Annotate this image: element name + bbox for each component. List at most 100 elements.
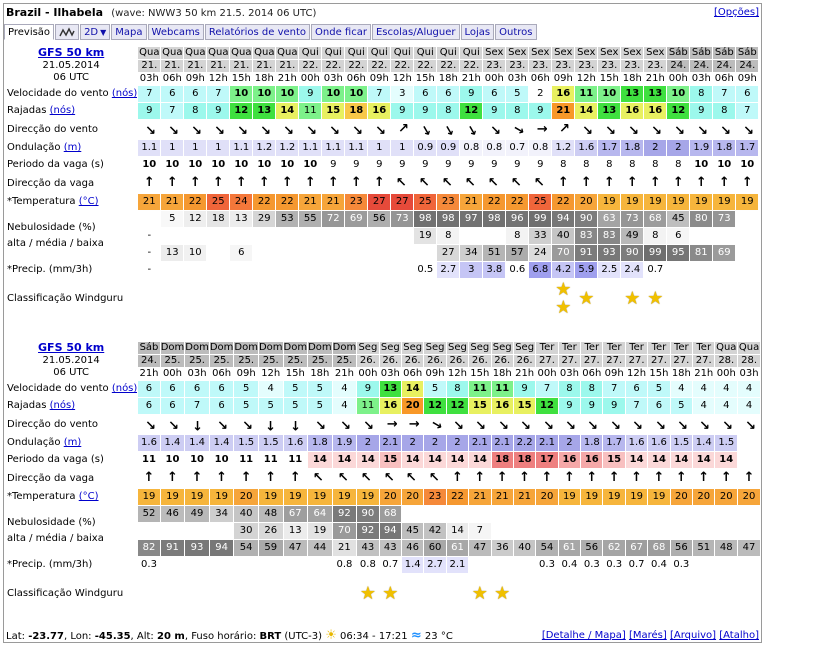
wind-arrow-cell: ↑ bbox=[299, 120, 322, 139]
cloud-low-cell: 67 bbox=[625, 540, 648, 556]
gust-cell: 6 bbox=[138, 398, 160, 414]
precip-cell bbox=[160, 557, 185, 573]
wave-arrow-icon: ↑ bbox=[334, 469, 354, 487]
temp-cell: 20 bbox=[670, 489, 693, 505]
gust-unit-link[interactable]: (nós) bbox=[50, 400, 75, 411]
precip-cell: 3 bbox=[460, 262, 483, 278]
day-date: 22. bbox=[414, 60, 437, 72]
wind-arrow-icon: ↑ bbox=[232, 120, 251, 139]
wave-unit-link[interactable]: (m) bbox=[64, 437, 82, 448]
tab-previsao[interactable]: Previsão bbox=[4, 24, 55, 40]
temp-cell: 19 bbox=[667, 194, 690, 210]
hour: 03h bbox=[738, 368, 760, 380]
wave-cell: 2.2 bbox=[513, 435, 536, 451]
cloud-low-cell: 44 bbox=[308, 540, 332, 556]
day-name: Qua bbox=[253, 47, 276, 59]
wave-arrow-icon: ↑ bbox=[672, 175, 684, 190]
model-link[interactable]: GFS 50 km bbox=[38, 342, 104, 354]
cloud-high-cell: 53 bbox=[276, 211, 299, 227]
row-label: Velocidade do vento (nós) bbox=[5, 86, 138, 102]
cloud-mid-cell: 26 bbox=[258, 523, 283, 539]
temp-unit-link[interactable]: (°C) bbox=[79, 491, 99, 502]
day-date: 22. bbox=[460, 60, 483, 72]
period-cell: 14 bbox=[693, 452, 715, 468]
hour: 00h bbox=[667, 73, 690, 85]
cloud-high-cell: 72 bbox=[322, 211, 345, 227]
rating-cell: ★ bbox=[644, 279, 667, 319]
cloud-high-cell bbox=[693, 506, 715, 522]
tab-2d[interactable]: 2D ▼ bbox=[80, 24, 111, 40]
wind-arrow-cell: ↑ bbox=[446, 415, 469, 434]
model-link[interactable]: GFS 50 km bbox=[38, 47, 104, 59]
day-date: 24. bbox=[138, 355, 160, 367]
wave-arrow-cell: ↑ bbox=[283, 469, 308, 488]
wind-arrow-cell: ↑ bbox=[513, 415, 536, 434]
day-name: Qui bbox=[414, 47, 437, 59]
wind-cell: 9 bbox=[357, 381, 379, 397]
period-cell: 10 bbox=[209, 452, 234, 468]
period-cell: 10 bbox=[161, 157, 184, 173]
tab-outros[interactable]: Outros bbox=[495, 24, 537, 40]
gust-unit-link[interactable]: (nós) bbox=[50, 105, 75, 116]
precip-cell: 2.1 bbox=[446, 557, 469, 573]
rating-cell bbox=[424, 574, 446, 614]
rating-cell bbox=[209, 574, 234, 614]
link-arquivo[interactable]: [Arquivo] bbox=[670, 630, 716, 641]
tab-graph[interactable] bbox=[55, 24, 80, 40]
temp-cell: 21 bbox=[138, 194, 161, 210]
cloud-high-cell: 48 bbox=[258, 506, 283, 522]
wind-arrow-icon: ↑ bbox=[289, 417, 301, 432]
period-cell: 15 bbox=[379, 452, 401, 468]
temp-unit-link[interactable]: (°C) bbox=[79, 196, 99, 207]
hour: 09h bbox=[184, 73, 207, 85]
wind-cell: 11 bbox=[469, 381, 491, 397]
gust-cell: 9 bbox=[391, 103, 414, 119]
tab-lojas[interactable]: Lojas bbox=[460, 24, 495, 40]
wave-arrow-cell: ↑ bbox=[230, 174, 253, 193]
wave-cell: 1.8 bbox=[581, 435, 603, 451]
cloud-low-cell: 47 bbox=[469, 540, 491, 556]
wave-cell: 2.1 bbox=[379, 435, 401, 451]
wave-arrow-icon: ↑ bbox=[563, 470, 575, 485]
wind-arrow-cell: ↑ bbox=[234, 415, 258, 434]
wind-cell: 10 bbox=[345, 86, 368, 102]
temp-cell: 19 bbox=[648, 489, 670, 505]
temp-cell: 20 bbox=[715, 489, 738, 505]
tab-mapa[interactable]: Mapa bbox=[111, 24, 147, 40]
link-atalho[interactable]: [Atalho] bbox=[719, 630, 759, 641]
cloud-mid-cell bbox=[715, 523, 738, 539]
cloud-high-cell bbox=[603, 506, 625, 522]
wave-cell: 0.8 bbox=[529, 140, 552, 156]
wind-arrow-icon: ↑ bbox=[301, 120, 320, 139]
tab-escolas[interactable]: Escolas/Aluguer bbox=[371, 24, 460, 40]
tab-relatorios[interactable]: Relatórios de vento bbox=[204, 24, 311, 40]
row-label: Rajadas (nós) bbox=[5, 398, 138, 414]
rating-row: Classificação Windguru ★ ★ ★ ★ ★ bbox=[5, 279, 759, 319]
rating-cell bbox=[483, 279, 506, 319]
wind-unit-link[interactable]: (nós) bbox=[112, 88, 137, 99]
gust-cell: 16 bbox=[368, 103, 391, 119]
gust-cell: 9 bbox=[690, 103, 713, 119]
day-date: 25. bbox=[234, 355, 258, 367]
chevron-down-icon: ▼ bbox=[100, 27, 107, 37]
temp-cell: 19 bbox=[736, 194, 759, 210]
precip-cell bbox=[690, 262, 713, 278]
day-name: Sex bbox=[621, 47, 644, 59]
temp-cell: 21 bbox=[491, 489, 513, 505]
wind-arrow-cell: ↑ bbox=[379, 415, 401, 434]
options-link[interactable]: [Opções] bbox=[714, 4, 759, 22]
wave-unit-link[interactable]: (m) bbox=[64, 142, 82, 153]
wind-unit-link[interactable]: (nós) bbox=[112, 383, 137, 394]
tab-webcams[interactable]: Webcams bbox=[147, 24, 204, 40]
cloud-mid-cell bbox=[690, 228, 713, 244]
cloud-mid-cell: 49 bbox=[621, 228, 644, 244]
link-detalhe-mapa[interactable]: [Detalhe / Mapa] bbox=[542, 630, 626, 641]
tab-onde-ficar[interactable]: Onde ficar bbox=[311, 24, 371, 40]
precip-label: *Precip. (mm/3h) bbox=[7, 264, 93, 275]
wave-arrow-icon: ↑ bbox=[327, 175, 339, 190]
wave-arrow-cell: ↑ bbox=[513, 469, 536, 488]
wave-arrow-cell: ↑ bbox=[713, 174, 736, 193]
wave-arrow-icon: ↑ bbox=[216, 470, 228, 485]
link-mares[interactable]: [Marés] bbox=[629, 630, 667, 641]
day-name: Qua bbox=[276, 47, 299, 59]
